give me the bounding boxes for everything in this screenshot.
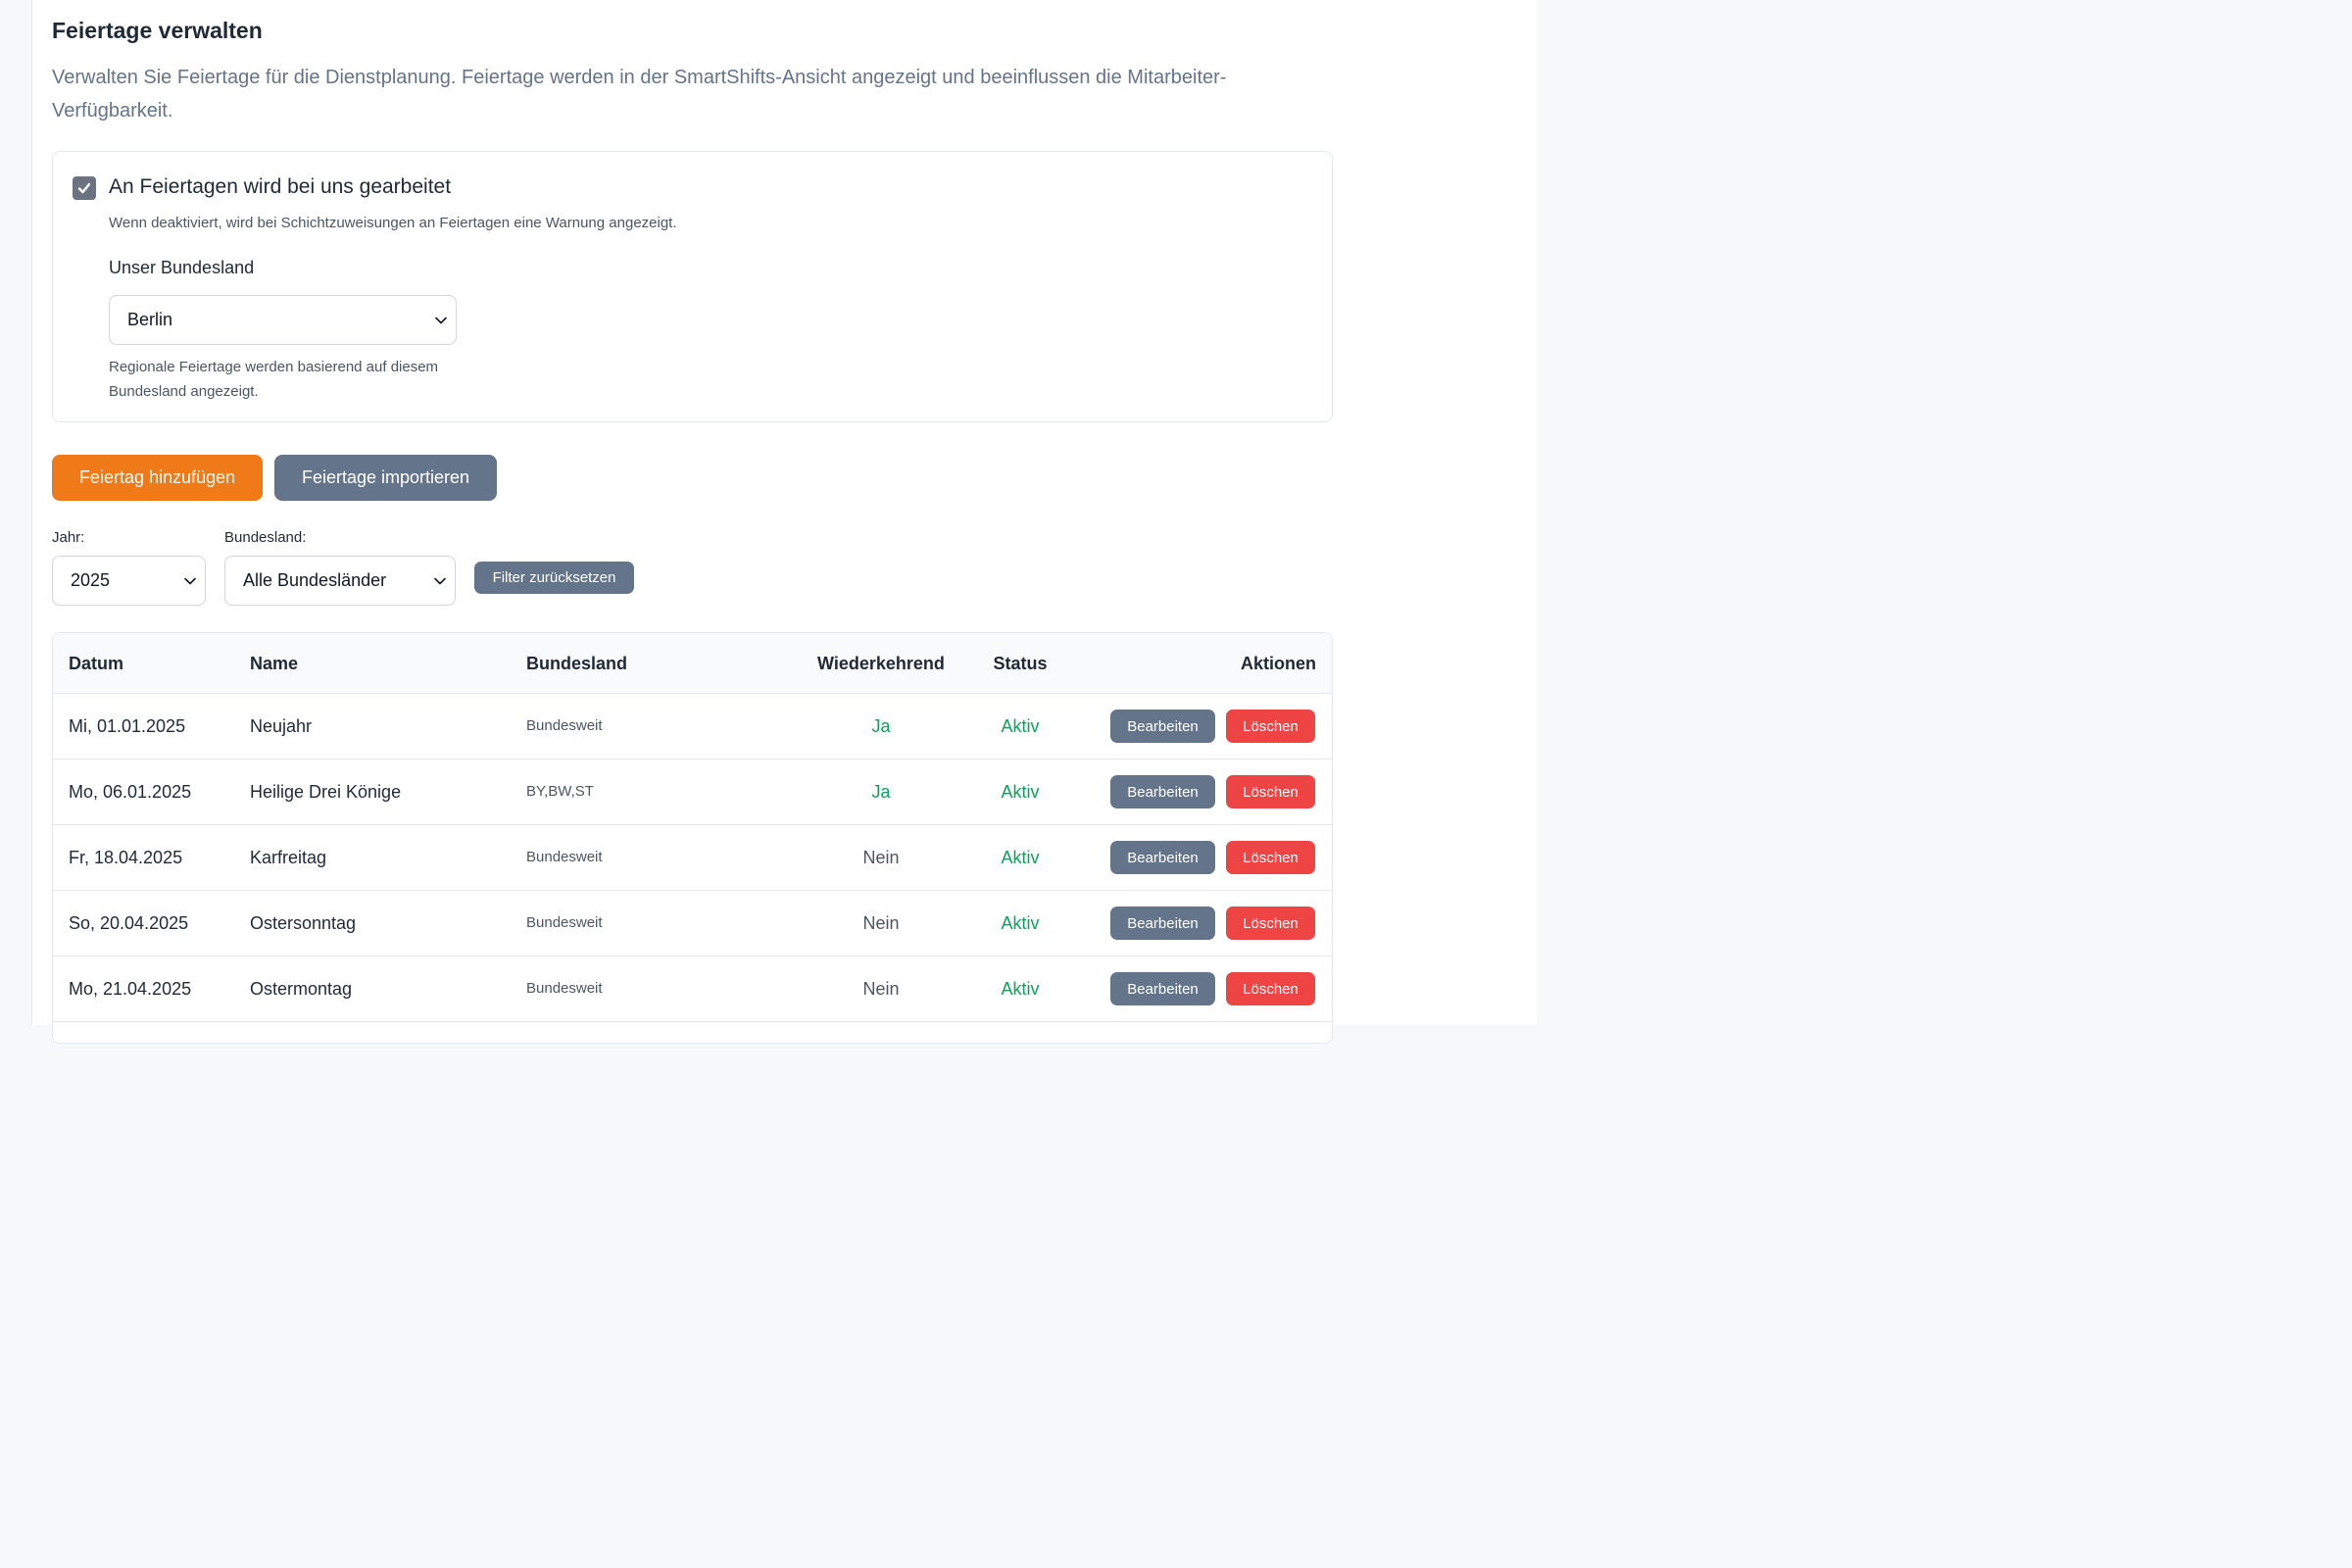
cell-name: Neujahr: [250, 716, 313, 736]
header-state: Bundesland: [526, 654, 628, 673]
delete-button[interactable]: Löschen: [1226, 775, 1315, 808]
cell-state: Bundesweit: [526, 849, 603, 865]
table-row: Mo, 06.01.2025 Heilige Drei Könige BY,BW…: [53, 760, 1332, 825]
state-filter-label: Bundesland:: [224, 529, 307, 546]
year-filter-label: Jahr:: [52, 529, 85, 546]
cell-status: Aktiv: [1001, 848, 1040, 867]
chevron-down-icon: [184, 577, 196, 584]
edit-button[interactable]: Bearbeiten: [1110, 841, 1215, 874]
state-filter-select[interactable]: Alle Bundesländer: [224, 556, 456, 606]
cell-name: Ostersonntag: [250, 913, 357, 933]
table-row: So, 20.04.2025 Ostersonntag Bundesweit N…: [53, 891, 1332, 956]
delete-button[interactable]: Löschen: [1226, 972, 1315, 1005]
cell-date: So, 20.04.2025: [69, 913, 189, 933]
cell-recurring: Ja: [871, 716, 891, 736]
cell-name: Heilige Drei Könige: [250, 782, 402, 802]
work-on-holidays-label[interactable]: An Feiertagen wird bei uns gearbeitet: [109, 175, 451, 199]
header-actions: Aktionen: [1240, 654, 1316, 673]
work-on-holidays-checkbox[interactable]: [73, 176, 96, 200]
main-panel: Feiertage verwalten Verwalten Sie Feiert…: [31, 0, 1537, 1044]
holidays-table: Datum Name Bundesland Wiederkehrend Stat…: [52, 632, 1333, 1044]
table-header: Datum Name Bundesland Wiederkehrend Stat…: [53, 633, 1332, 694]
import-holidays-button[interactable]: Feiertage importieren: [274, 455, 497, 501]
add-holiday-button[interactable]: Feiertag hinzufügen: [52, 455, 263, 501]
settings-card: An Feiertagen wird bei uns gearbeitet We…: [52, 151, 1333, 422]
cell-recurring: Nein: [862, 913, 900, 933]
cell-date: Mo, 06.01.2025: [69, 782, 192, 802]
cell-name: Karfreitag: [250, 848, 327, 867]
header-name: Name: [250, 654, 299, 673]
cell-state: BY,BW,ST: [526, 783, 594, 800]
page-title: Feiertage verwalten: [52, 18, 263, 43]
cell-status: Aktiv: [1001, 782, 1040, 802]
cell-state: Bundesweit: [526, 914, 603, 931]
cell-date: Mo, 21.04.2025: [69, 979, 192, 999]
year-filter-select[interactable]: 2025: [52, 556, 206, 606]
year-filter-value: 2025: [71, 570, 111, 590]
header-recurring: Wiederkehrend: [817, 654, 945, 673]
cell-status: Aktiv: [1001, 913, 1040, 933]
table-row: Mi, 01.01.2025 Neujahr Bundesweit Ja Akt…: [53, 694, 1332, 760]
header-date: Datum: [69, 654, 124, 673]
page-description: Verwalten Sie Feiertage für die Dienstpl…: [52, 67, 1227, 122]
header-status: Status: [993, 654, 1048, 673]
chevron-down-icon: [435, 317, 447, 323]
cell-recurring: Nein: [862, 848, 900, 867]
chevron-down-icon: [434, 577, 446, 584]
delete-button[interactable]: Löschen: [1226, 710, 1315, 743]
state-select-value: Berlin: [127, 310, 173, 329]
table-row: Fr, 18.04.2025 Karfreitag Bundesweit Nei…: [53, 825, 1332, 891]
delete-button[interactable]: Löschen: [1226, 906, 1315, 940]
edit-button[interactable]: Bearbeiten: [1110, 906, 1215, 940]
state-filter-value: Alle Bundesländer: [243, 570, 387, 590]
cell-state: Bundesweit: [526, 717, 603, 734]
work-on-holidays-help: Wenn deaktiviert, wird bei Schichtzuweis…: [109, 215, 677, 231]
delete-button[interactable]: Löschen: [1226, 841, 1315, 874]
cell-recurring: Ja: [871, 782, 891, 802]
checkmark-icon: [77, 182, 91, 194]
edit-button[interactable]: Bearbeiten: [1110, 710, 1215, 743]
cell-date: Mi, 01.01.2025: [69, 716, 186, 736]
cell-status: Aktiv: [1001, 716, 1040, 736]
table-row: Mo, 21.04.2025 Ostermontag Bundesweit Ne…: [53, 956, 1332, 1022]
state-help: Regionale Feiertage werden basierend auf…: [109, 359, 439, 400]
cell-date: Fr, 18.04.2025: [69, 848, 183, 867]
state-select[interactable]: Berlin: [109, 295, 457, 345]
cell-recurring: Nein: [862, 979, 900, 999]
edit-button[interactable]: Bearbeiten: [1110, 972, 1215, 1005]
cell-status: Aktiv: [1001, 979, 1040, 999]
cell-state: Bundesweit: [526, 980, 603, 997]
cell-name: Ostermontag: [250, 979, 353, 999]
reset-filter-button[interactable]: Filter zurücksetzen: [474, 562, 634, 594]
state-label: Unser Bundesland: [109, 258, 255, 277]
edit-button[interactable]: Bearbeiten: [1110, 775, 1215, 808]
